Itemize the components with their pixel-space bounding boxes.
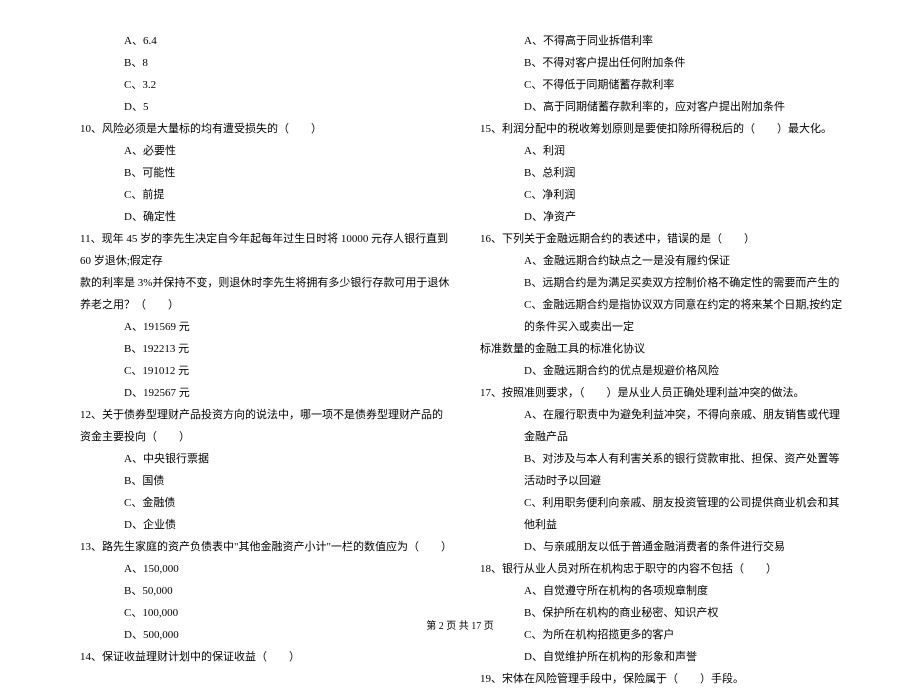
q13-option-b: B、50,000 <box>80 580 450 602</box>
q16-option-b: B、远期合约是为满足买卖双方控制价格不确定性的需要而产生的 <box>480 272 850 294</box>
q12-stem: 12、关于债券型理财产品投资方向的说法中，哪一项不是债券型理财产品的资金主要投向… <box>80 404 450 448</box>
q16-option-c-line2: 标准数量的金融工具的标准化协议 <box>480 338 850 360</box>
q18-stem: 18、银行从业人员对所在机构忠于职守的内容不包括（ ） <box>480 558 850 580</box>
q17-stem: 17、按照准则要求，（ ）是从业人员正确处理利益冲突的做法。 <box>480 382 850 404</box>
q16-option-a: A、金融远期合约缺点之一是没有履约保证 <box>480 250 850 272</box>
q15-option-d: D、净资产 <box>480 206 850 228</box>
q11-option-c: C、191012 元 <box>80 360 450 382</box>
q10-option-c: C、前提 <box>80 184 450 206</box>
q16-option-c-line1: C、金融远期合约是指协议双方同意在约定的将来某个日期,按约定的条件买入或卖出一定 <box>480 294 850 338</box>
q13-option-a: A、150,000 <box>80 558 450 580</box>
q10-option-d: D、确定性 <box>80 206 450 228</box>
q10-stem: 10、风险必须是大量标的均有遭受损失的（ ） <box>80 118 450 140</box>
q11-stem-line2: 款的利率是 3%并保持不变，则退休时李先生将拥有多少银行存款可用于退休养老之用？… <box>80 272 450 316</box>
q9-option-c: C、3.2 <box>80 74 450 96</box>
q14-option-d: D、高于同期储蓄存款利率的，应对客户提出附加条件 <box>480 96 850 118</box>
q12-option-b: B、国债 <box>80 470 450 492</box>
q14-option-b: B、不得对客户提出任何附加条件 <box>480 52 850 74</box>
q19-stem: 19、宋体在风险管理手段中，保险属于（ ）手段。 <box>480 668 850 690</box>
q17-option-c: C、利用职务便利向亲戚、朋友投资管理的公司提供商业机会和其他利益 <box>480 492 850 536</box>
q18-option-d: D、自觉维护所在机构的形象和声誉 <box>480 646 850 668</box>
q11-option-b: B、192213 元 <box>80 338 450 360</box>
q15-option-c: C、净利润 <box>480 184 850 206</box>
left-column: A、6.4 B、8 C、3.2 D、5 10、风险必须是大量标的均有遭受损失的（… <box>80 30 450 610</box>
q14-stem: 14、保证收益理财计划中的保证收益（ ） <box>80 646 450 668</box>
page-footer: 第 2 页 共 17 页 <box>0 617 920 632</box>
q12-option-d: D、企业债 <box>80 514 450 536</box>
q14-option-a: A、不得高于同业拆借利率 <box>480 30 850 52</box>
q17-option-d: D、与亲戚朋友以低于普通金融消费者的条件进行交易 <box>480 536 850 558</box>
q16-option-d: D、金融远期合约的优点是规避价格风险 <box>480 360 850 382</box>
q11-option-d: D、192567 元 <box>80 382 450 404</box>
q9-option-d: D、5 <box>80 96 450 118</box>
q10-option-a: A、必要性 <box>80 140 450 162</box>
q11-stem-line1: 11、现年 45 岁的李先生决定自今年起每年过生日时将 10000 元存人银行直… <box>80 228 450 272</box>
q18-option-a: A、自觉遵守所在机构的各项规章制度 <box>480 580 850 602</box>
q15-option-a: A、利润 <box>480 140 850 162</box>
q12-option-c: C、金融债 <box>80 492 450 514</box>
right-column: A、不得高于同业拆借利率 B、不得对客户提出任何附加条件 C、不得低于同期储蓄存… <box>480 30 850 610</box>
q15-option-b: B、总利润 <box>480 162 850 184</box>
q14-option-c: C、不得低于同期储蓄存款利率 <box>480 74 850 96</box>
q10-option-b: B、可能性 <box>80 162 450 184</box>
q11-option-a: A、191569 元 <box>80 316 450 338</box>
q12-option-a: A、中央银行票据 <box>80 448 450 470</box>
q9-option-b: B、8 <box>80 52 450 74</box>
q16-stem: 16、下列关于金融远期合约的表述中，错误的是（ ） <box>480 228 850 250</box>
q9-option-a: A、6.4 <box>80 30 450 52</box>
q13-stem: 13、路先生家庭的资产负债表中"其他金融资产小计"一栏的数值应为（ ） <box>80 536 450 558</box>
q17-option-b: B、对涉及与本人有利害关系的银行贷款审批、担保、资产处置等活动时予以回避 <box>480 448 850 492</box>
q17-option-a: A、在履行职责中为避免利益冲突，不得向亲戚、朋友销售或代理金融产品 <box>480 404 850 448</box>
q15-stem: 15、利润分配中的税收筹划原则是要使扣除所得税后的（ ）最大化。 <box>480 118 850 140</box>
